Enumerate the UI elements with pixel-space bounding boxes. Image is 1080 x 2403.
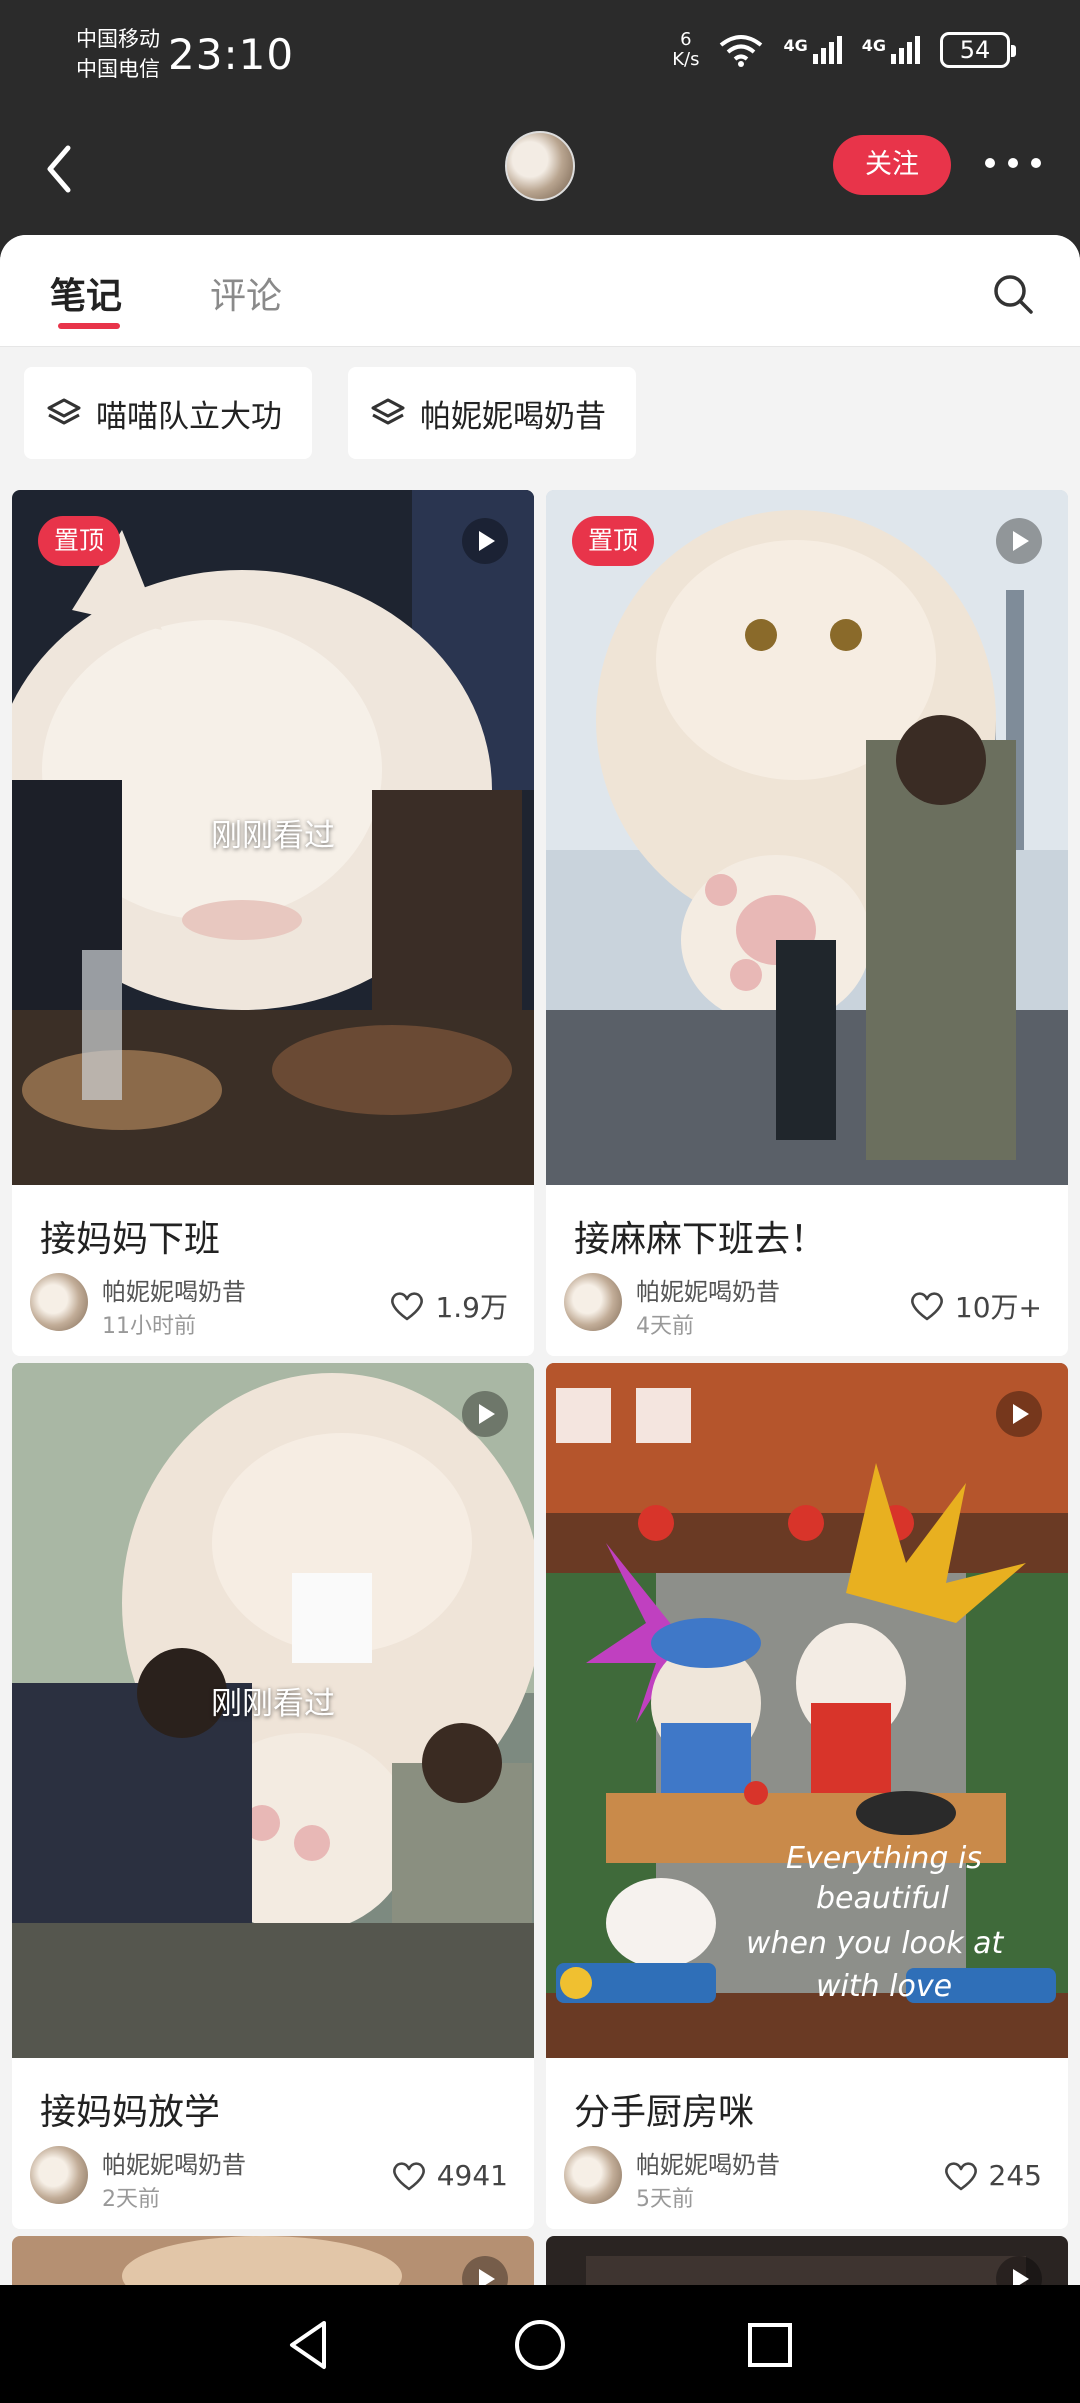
cover-illustration: Everything is beautiful when you look at… [546,1363,1068,2058]
follow-button[interactable]: 关注 [833,135,951,195]
nav-recents-icon[interactable] [742,2317,798,2373]
network-speed: 6 K/s [672,29,700,70]
content-sheet: 笔记 评论 喵喵队立大功 帕妮妮喝奶昔 置顶 刚刚看过 接妈妈下班 帕妮妮喝奶昔… [0,235,1080,2285]
carrier-info: 中国移动 中国电信 [76,24,160,84]
system-nav-bar [0,2285,1080,2403]
post-time: 11小时前 [102,1314,196,1339]
collection-chip-2[interactable]: 帕妮妮喝奶昔 [348,367,636,459]
note-cover-image: 刚刚看过 [12,1363,534,2058]
active-tab-indicator [58,323,120,329]
author-avatar[interactable] [564,2146,622,2204]
play-icon [462,1391,508,1437]
search-icon[interactable] [990,271,1036,317]
svg-text:Everything is: Everything is [786,1841,982,1876]
note-card[interactable] [546,2236,1068,2285]
play-icon [996,1391,1042,1437]
like-button[interactable]: 1.9万 [389,1286,508,1326]
author-name[interactable]: 帕妮妮喝奶昔 [636,2145,780,2180]
signal-1-icon: 4G [783,36,842,64]
heart-icon [944,2161,977,2190]
post-time: 4天前 [636,1314,694,1339]
cover-illustration [546,490,1068,1185]
heart-icon [391,1292,424,1321]
like-count: 10万+ [954,1291,1042,1324]
note-card[interactable] [12,2236,534,2285]
collection-label: 帕妮妮喝奶昔 [420,398,606,435]
author-avatar[interactable] [30,2146,88,2204]
author-avatar[interactable] [30,1273,88,1331]
layers-icon [47,398,81,425]
recently-viewed-label: 刚刚看过 [211,818,335,854]
author-name[interactable]: 帕妮妮喝奶昔 [636,1272,780,1307]
status-bar: 中国移动 中国电信 23:10 6 K/s 4G 4G 54 [0,0,1080,120]
note-cover-image: 置顶 [546,490,1068,1185]
like-count: 1.9万 [435,1291,508,1324]
more-options-icon[interactable] [985,158,1041,172]
author-avatar[interactable] [564,1273,622,1331]
cover-illustration [546,2236,1068,2285]
heart-icon [910,1292,943,1321]
tab-bar: 笔记 评论 [0,235,1080,347]
note-card[interactable]: 置顶 刚刚看过 接妈妈下班 帕妮妮喝奶昔 11小时前 1.9万 [12,490,534,1356]
svg-text:beautiful: beautiful [816,1881,950,1916]
play-icon [996,518,1042,564]
profile-avatar[interactable] [505,131,575,201]
like-button[interactable]: 4941 [391,2159,508,2192]
pinned-badge: 置顶 [38,516,121,566]
carrier-1: 中国移动 [76,27,160,51]
note-title: 接麻麻下班去！ [574,1219,827,1260]
profile-header: 关注 [0,120,1080,235]
post-time: 2天前 [102,2187,160,2212]
note-cover-image: Everything is beautiful when you look at… [546,1363,1068,2058]
like-count: 4941 [436,2159,508,2192]
note-card[interactable]: Everything is beautiful when you look at… [546,1363,1068,2229]
like-button[interactable]: 245 [943,2159,1042,2192]
tab-notes[interactable]: 笔记 [50,267,122,319]
svg-text:when you look at: when you look at [746,1926,1005,1961]
cover-illustration [12,2236,534,2285]
note-cover-image: 置顶 刚刚看过 [12,490,534,1185]
nav-back-icon[interactable] [282,2317,338,2373]
note-cover-image [546,2236,1068,2285]
note-card[interactable]: 置顶 接麻麻下班去！ 帕妮妮喝奶昔 4天前 10万+ [546,490,1068,1356]
svg-text:with love: with love [816,1969,952,2004]
recently-viewed-label: 刚刚看过 [211,1686,335,1722]
status-icons: 6 K/s 4G 4G 54 [672,29,1016,70]
layers-icon [371,398,405,425]
like-button[interactable]: 10万+ [909,1286,1042,1326]
collection-chips: 喵喵队立大功 帕妮妮喝奶昔 [0,347,1080,482]
post-time: 5天前 [636,2187,694,2212]
note-card[interactable]: 刚刚看过 接妈妈放学 帕妮妮喝奶昔 2天前 4941 [12,1363,534,2229]
pinned-badge: 置顶 [572,516,655,566]
tab-comments[interactable]: 评论 [210,267,282,319]
note-title: 接妈妈放学 [40,2092,221,2133]
back-icon[interactable] [38,134,88,204]
note-cover-image [12,2236,534,2285]
wifi-icon [720,35,763,67]
author-name[interactable]: 帕妮妮喝奶昔 [102,2145,246,2180]
note-title: 分手厨房咪 [574,2092,755,2133]
like-count: 245 [988,2159,1042,2192]
carrier-2: 中国电信 [76,57,160,81]
heart-icon [392,2161,425,2190]
battery-indicator: 54 [940,32,1016,68]
note-title: 接妈妈下班 [40,1219,221,1260]
collection-label: 喵喵队立大功 [96,398,282,435]
signal-2-icon: 4G [862,36,920,64]
play-icon [462,518,508,564]
author-name[interactable]: 帕妮妮喝奶昔 [102,1272,246,1307]
status-time: 23:10 [168,30,295,79]
nav-home-icon[interactable] [512,2317,568,2373]
collection-chip-1[interactable]: 喵喵队立大功 [24,367,312,459]
